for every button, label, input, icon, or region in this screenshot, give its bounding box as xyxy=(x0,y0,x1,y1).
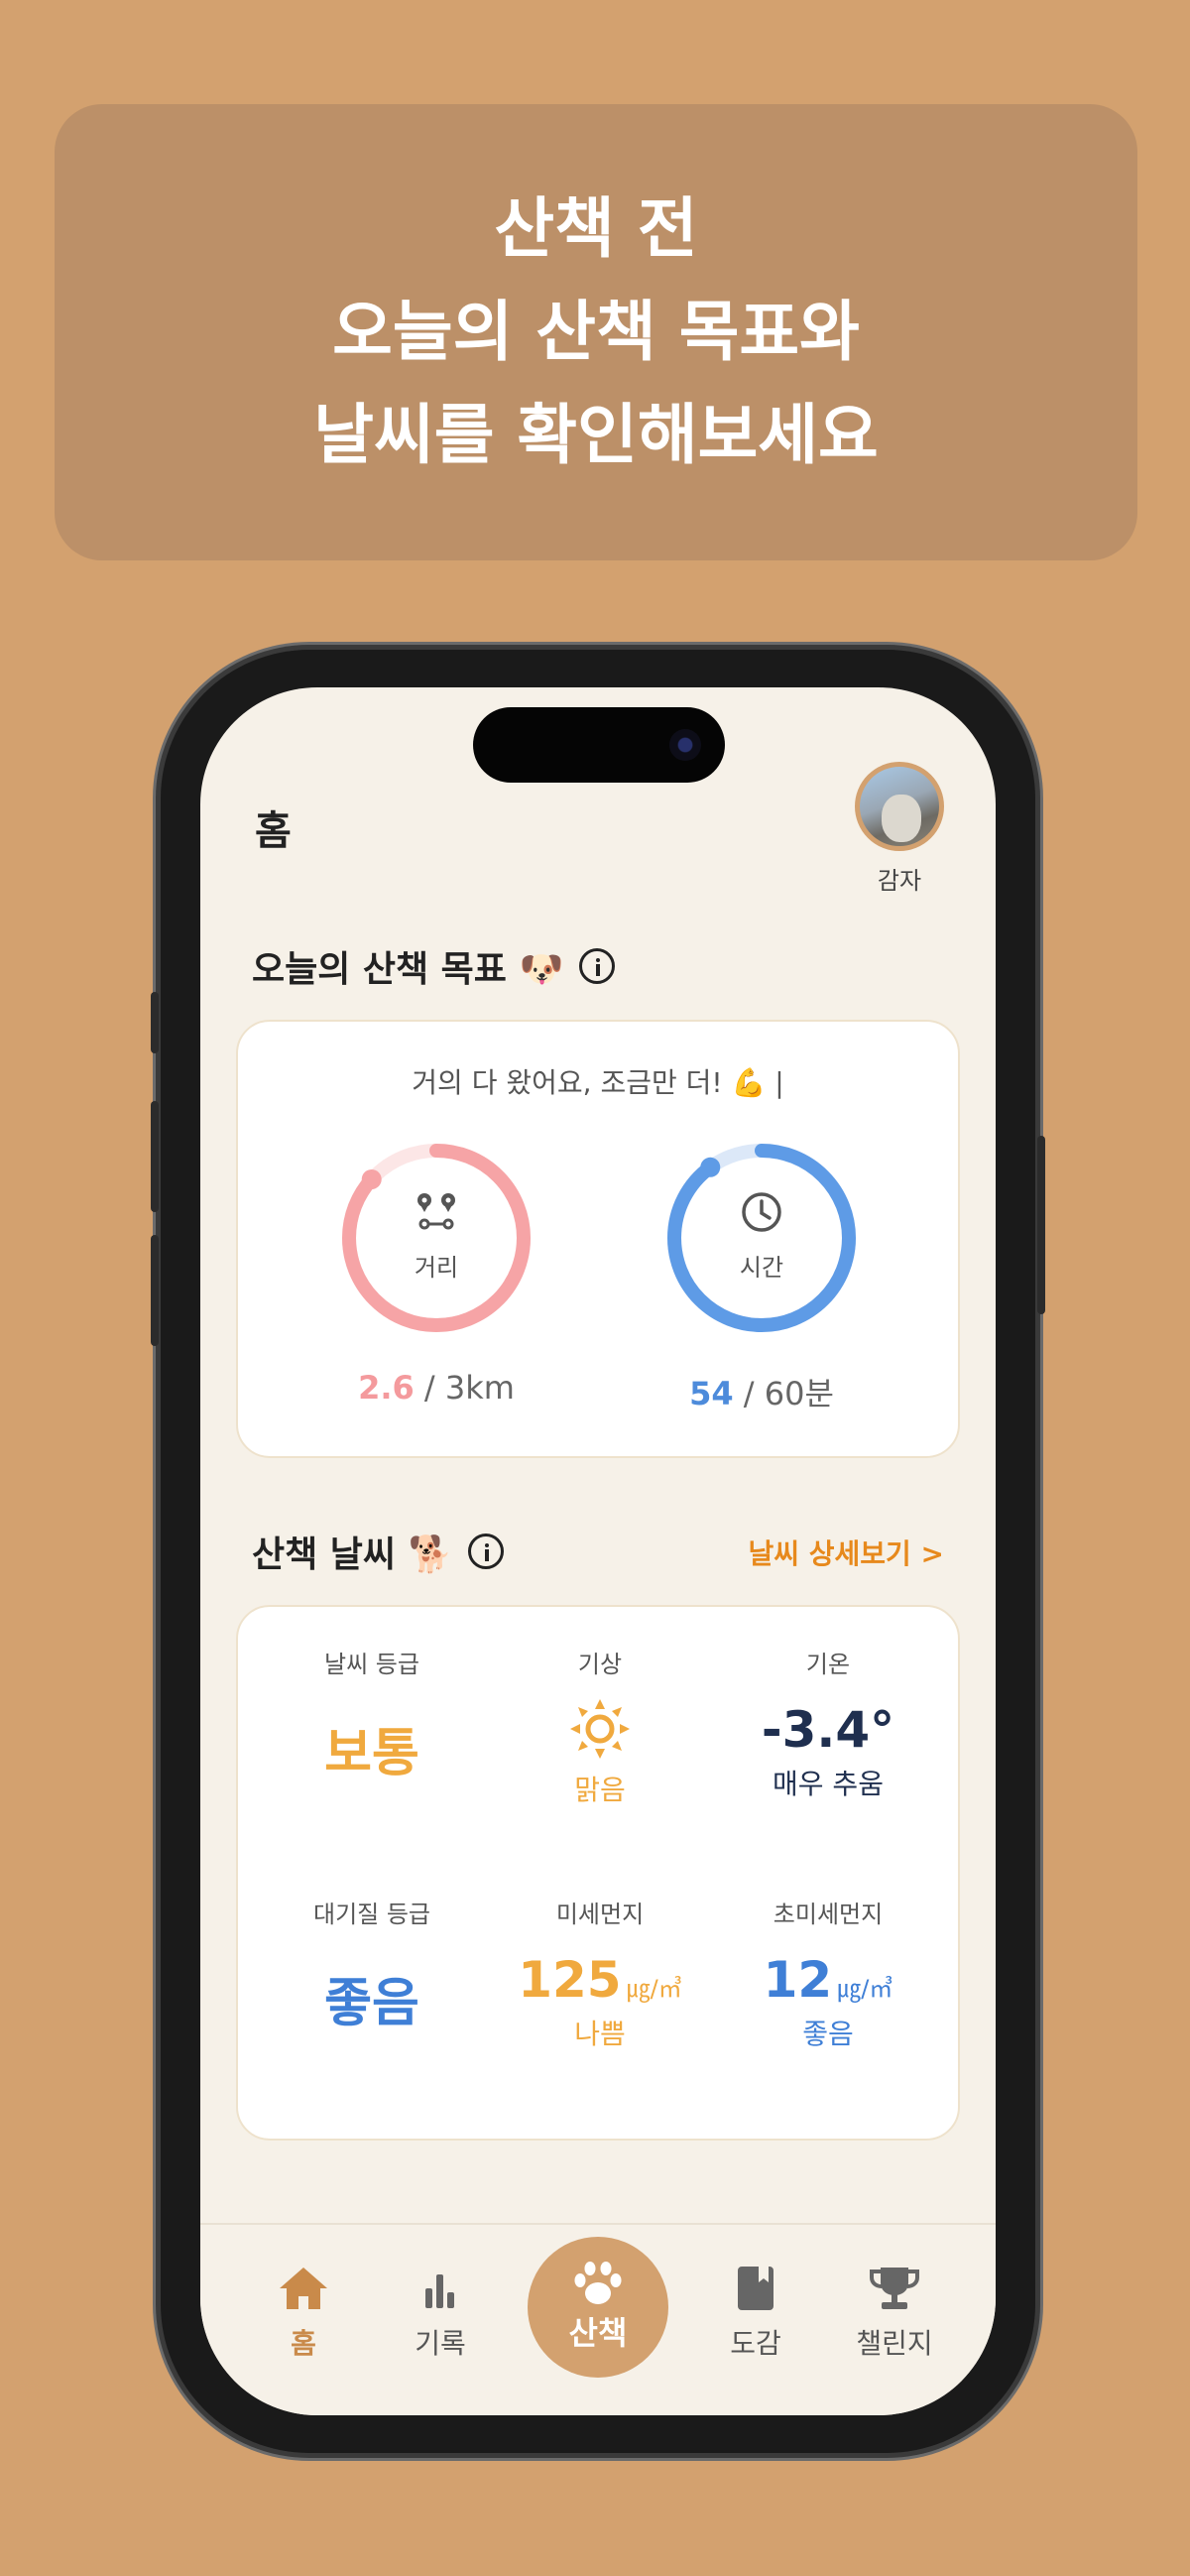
banner-line-3: 날씨를 확인해보세요 xyxy=(313,397,879,473)
banner-line-1: 산책 전 xyxy=(494,190,698,267)
banner-line-2: 오늘의 산책 목표와 xyxy=(332,294,860,370)
pm25-cell: 초미세먼지 12 ㎍/㎥ 좋음 xyxy=(714,1895,942,2052)
paw-icon xyxy=(574,2262,622,2304)
goal-section-header: 오늘의 산책 목표 🐶 xyxy=(252,940,616,992)
air-grade-value: 좋음 xyxy=(324,1974,419,2033)
weather-card: 날씨 등급 보통 기상 맑음 기온 -3.4° 매우 추움 대기질 등급 좋음 … xyxy=(236,1605,960,2141)
tab-home[interactable]: 홈 xyxy=(244,2265,363,2362)
app-screen: 홈 감자 오늘의 산책 목표 🐶 거의 다 왔어요, 조금만 더! 💪 | 거리… xyxy=(200,687,996,2415)
tab-dex-label: 도감 xyxy=(730,2327,781,2360)
weather-detail-link[interactable]: 날씨 상세보기 > xyxy=(748,1533,944,1572)
profile-name: 감자 xyxy=(877,867,922,895)
profile-avatar[interactable] xyxy=(855,762,944,851)
time-label: 시간 xyxy=(739,1254,784,1282)
distance-target: 3km xyxy=(444,1369,515,1407)
weather-grade-value: 보통 xyxy=(324,1724,419,1783)
tab-bar: 홈 기록 산책 도감 챌린지 xyxy=(200,2223,996,2415)
promo-banner: 산책 전 오늘의 산책 목표와 날씨를 확인해보세요 xyxy=(55,104,1137,560)
air-grade-cell: 대기질 등급 좋음 xyxy=(258,1895,486,2035)
dynamic-island xyxy=(473,707,725,783)
volume-down-button xyxy=(151,1235,159,1346)
distance-current: 2.6 xyxy=(358,1369,415,1407)
sun-icon xyxy=(570,1699,630,1759)
phone-frame: 홈 감자 오늘의 산책 목표 🐶 거의 다 왔어요, 조금만 더! 💪 | 거리… xyxy=(151,650,1045,2453)
tab-walk-label: 산책 xyxy=(568,2314,628,2352)
bar-chart-icon xyxy=(425,2274,454,2308)
tab-dex[interactable]: 도감 xyxy=(696,2265,815,2362)
condition-cell: 기상 맑음 xyxy=(486,1645,714,1808)
tab-challenge-label: 챌린지 xyxy=(856,2327,933,2360)
goal-card: 거의 다 왔어요, 조금만 더! 💪 | 거리 시간 2.6 / 3km 54 … xyxy=(236,1020,960,1458)
pm10-cell: 미세먼지 125 ㎍/㎥ 나쁨 xyxy=(486,1895,714,2052)
goal-section-title: 오늘의 산책 목표 🐶 xyxy=(252,949,564,990)
temperature-label: 기온 xyxy=(805,1651,851,1678)
power-button xyxy=(1037,1136,1045,1314)
tab-walk[interactable]: 산책 xyxy=(528,2237,668,2378)
distance-value: 2.6 / 3km xyxy=(307,1369,565,1407)
condition-value: 맑음 xyxy=(574,1774,626,1806)
time-separator: / xyxy=(743,1375,755,1412)
air-grade-label: 대기질 등급 xyxy=(312,1901,431,1928)
pm10-reading: 125 ㎍/㎥ xyxy=(486,1951,714,2009)
volume-up-button xyxy=(151,1101,159,1212)
pm25-unit: ㎍/㎥ xyxy=(837,1975,893,2003)
info-icon[interactable] xyxy=(468,1533,505,1569)
pm10-value: 125 xyxy=(518,1951,622,2009)
trophy-icon xyxy=(870,2268,919,2309)
tab-home-label: 홈 xyxy=(291,2327,316,2360)
info-icon[interactable] xyxy=(579,948,616,984)
weather-grade-label: 날씨 등급 xyxy=(324,1651,419,1678)
page-title: 홈 xyxy=(255,808,292,854)
home-icon xyxy=(280,2268,327,2309)
temperature-desc: 매우 추움 xyxy=(773,1768,884,1800)
tab-records-label: 기록 xyxy=(415,2327,466,2360)
route-icon xyxy=(417,1193,455,1230)
temperature-cell: 기온 -3.4° 매우 추움 xyxy=(714,1645,942,1802)
pm25-reading: 12 ㎍/㎥ xyxy=(714,1951,942,2009)
book-icon xyxy=(738,2267,774,2310)
time-value: 54 / 60분 xyxy=(633,1369,891,1414)
distance-ring: 거리 xyxy=(337,1139,536,1337)
pm10-label: 미세먼지 xyxy=(555,1901,645,1928)
distance-separator: / xyxy=(423,1369,435,1407)
temperature-value: -3.4° xyxy=(761,1701,895,1759)
time-ring: 시간 xyxy=(662,1139,861,1337)
weather-grade-cell: 날씨 등급 보통 xyxy=(258,1645,486,1785)
pm10-unit: ㎍/㎥ xyxy=(626,1975,682,2003)
mute-switch xyxy=(151,992,159,1053)
pm25-label: 초미세먼지 xyxy=(773,1901,884,1928)
pm10-desc: 나쁨 xyxy=(574,2018,626,2050)
condition-label: 기상 xyxy=(577,1651,623,1678)
weather-section-title: 산책 날씨 🐕 xyxy=(252,1534,453,1575)
time-current: 54 xyxy=(689,1375,734,1412)
tab-records[interactable]: 기록 xyxy=(381,2265,500,2362)
tab-challenge[interactable]: 챌린지 xyxy=(835,2265,954,2362)
goal-message: 거의 다 왔어요, 조금만 더! 💪 | xyxy=(412,1066,784,1099)
weather-section-header: 산책 날씨 🐕 xyxy=(252,1526,505,1577)
time-target: 60분 xyxy=(764,1375,834,1412)
pm25-desc: 좋음 xyxy=(802,2018,854,2050)
clock-icon xyxy=(742,1192,781,1232)
distance-label: 거리 xyxy=(414,1254,459,1282)
pm25-value: 12 xyxy=(763,1951,833,2009)
